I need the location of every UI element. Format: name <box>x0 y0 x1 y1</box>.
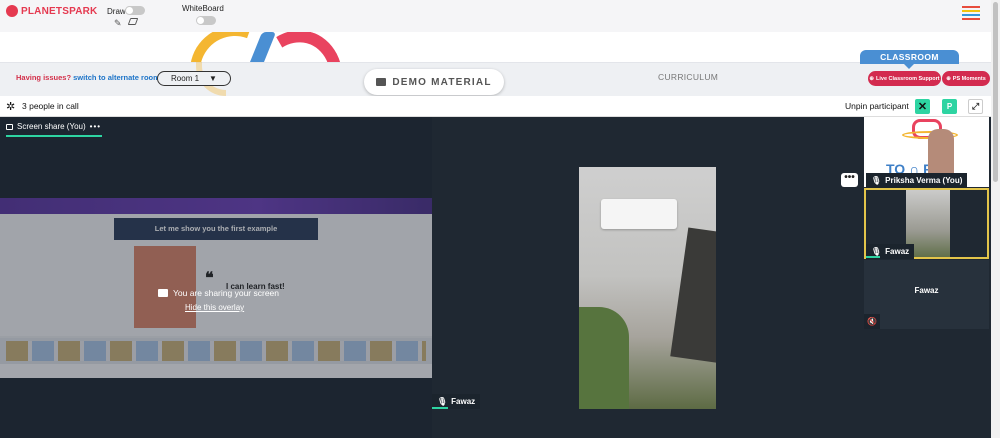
issues-label: Having issues? <box>16 73 72 82</box>
classroom-tab-arrow <box>904 64 914 69</box>
hide-overlay-link[interactable]: Hide this overlay <box>185 303 244 312</box>
main-participant-name: Fawaz <box>451 397 476 406</box>
whiteboard-label: WhiteBoard <box>182 4 224 13</box>
live-support-button[interactable]: ⊕ Live Classroom Support <box>868 71 941 86</box>
page-scrollbar-thumb[interactable] <box>993 2 998 182</box>
fullscreen-icon[interactable]: ⤢ <box>968 99 983 114</box>
switch-room-link[interactable]: switch to alternate room <box>73 73 160 82</box>
logo-text: PLANETSPARK <box>21 5 98 17</box>
self-video-person <box>928 129 954 179</box>
fawaz-2-name: Fawaz <box>914 286 939 295</box>
participant-tile-fawaz-2[interactable]: Fawaz 🔇 <box>864 260 989 329</box>
fawaz-participant-name: Fawaz <box>885 247 910 256</box>
ps-moments-button[interactable]: ⊕ PS Moments <box>942 71 990 86</box>
call-header: ✲ 3 people in call Unpin participant <box>0 96 991 117</box>
ac-unit-in-video <box>601 199 677 229</box>
curriculum-tab[interactable]: CURRICULUM <box>658 72 718 82</box>
sharing-text: You are sharing your screen <box>173 288 280 298</box>
planet-icon <box>6 5 18 17</box>
door-in-video <box>670 227 716 365</box>
room-select-value: Room 1 <box>171 74 200 83</box>
screen-share-icon <box>6 123 13 130</box>
screen-share-tab-indicator <box>6 135 102 137</box>
self-name-tag: 🎙 Priksha Verma (You) <box>866 173 968 188</box>
microphone-icon: 🎙 <box>871 176 882 185</box>
unpin-participant-label: Unpin participant <box>845 101 909 111</box>
top-toolbar: PLANETSPARK Draw ✎ WhiteBoard <box>0 0 1000 32</box>
people-count: 3 people in call <box>22 101 79 111</box>
having-issues-text: Having issues? switch to alternate room <box>16 73 160 82</box>
screen-share-label: Screen share (You) <box>17 122 86 131</box>
moments-icon: ⊕ <box>946 75 951 82</box>
audio-level-indicator <box>432 407 448 409</box>
dropdown-arrow-icon: ▼ <box>209 74 217 83</box>
self-participant-name: Priksha Verma (You) <box>885 176 963 185</box>
live-support-label: Live Classroom Support <box>876 75 940 82</box>
person-in-video <box>579 307 629 409</box>
screen-share-tab[interactable]: Screen share (You) ••• <box>6 122 101 131</box>
sharing-message: You are sharing your screen <box>158 288 279 298</box>
hamburger-menu-icon[interactable] <box>958 2 984 22</box>
participant-video-feed <box>579 167 716 409</box>
room-select[interactable]: Room 1 ▼ <box>157 71 231 86</box>
pencil-icon[interactable]: ✎ <box>114 18 122 29</box>
classroom-tab[interactable]: CLASSROOM <box>860 50 959 64</box>
support-icon: ⊕ <box>869 75 875 82</box>
video-options-icon[interactable]: ••• <box>841 173 858 187</box>
microphone-icon: 🎙 <box>437 397 448 406</box>
mic-muted-icon: 🔇 <box>864 314 880 329</box>
fawaz-audio-indicator <box>866 256 880 258</box>
demo-material-label: DEMO MATERIAL <box>392 76 492 88</box>
folder-icon <box>376 78 387 86</box>
draw-toggle[interactable] <box>125 6 145 15</box>
more-options-icon[interactable]: ••• <box>90 122 101 131</box>
whiteboard-toggle[interactable] <box>196 16 216 25</box>
eraser-icon[interactable] <box>127 18 139 25</box>
ps-moments-label: PS Moments <box>952 75 986 82</box>
present-screen-icon <box>158 289 168 297</box>
demo-material-button[interactable]: DEMO MATERIAL <box>364 69 504 95</box>
settings-gear-icon[interactable]: ✲ <box>6 100 15 113</box>
planetspark-logo: PLANETSPARK <box>6 5 97 17</box>
microphone-icon: 🎙 <box>871 247 882 256</box>
participant-p-button[interactable]: P <box>942 99 957 114</box>
draw-label: Draw <box>107 7 126 16</box>
unpin-close-icon[interactable]: ✕ <box>915 99 930 114</box>
